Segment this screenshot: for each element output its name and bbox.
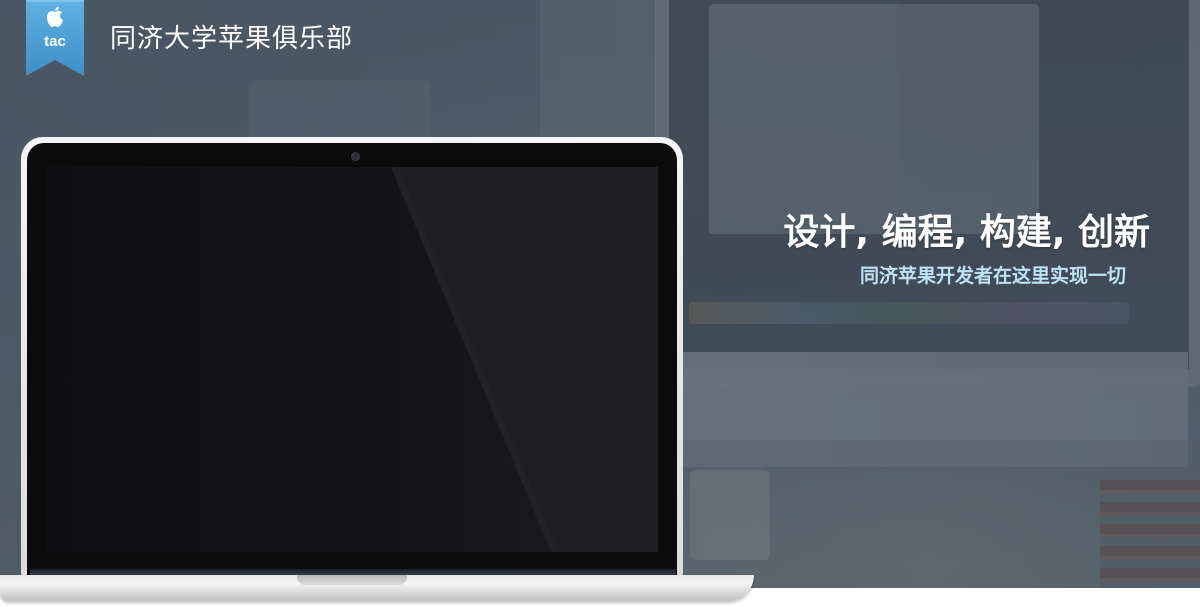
hero-subheadline: 同济苹果开发者在这里实现一切 [859,265,1126,287]
logo-text: tac [44,33,66,50]
hero-headline: 设计, 编程, 构建, 创新 [783,212,1150,253]
site-title[interactable]: 同济大学苹果俱乐部 [110,18,353,55]
laptop-bezel [27,143,677,577]
laptop-screen [46,167,658,552]
apple-glyph-icon [47,6,63,27]
camera-icon [351,152,360,161]
logo-badge[interactable]: tac [26,0,84,76]
apple-logo-icon [26,5,84,35]
laptop-notch [297,575,407,585]
hero-banner: tac 同济大学苹果俱乐部 设计, 编程, 构建, 创新 同济苹果开发者在这里实… [0,0,1200,588]
laptop-lid [21,137,683,577]
screen-glare [391,167,658,552]
laptop-base [0,575,754,601]
